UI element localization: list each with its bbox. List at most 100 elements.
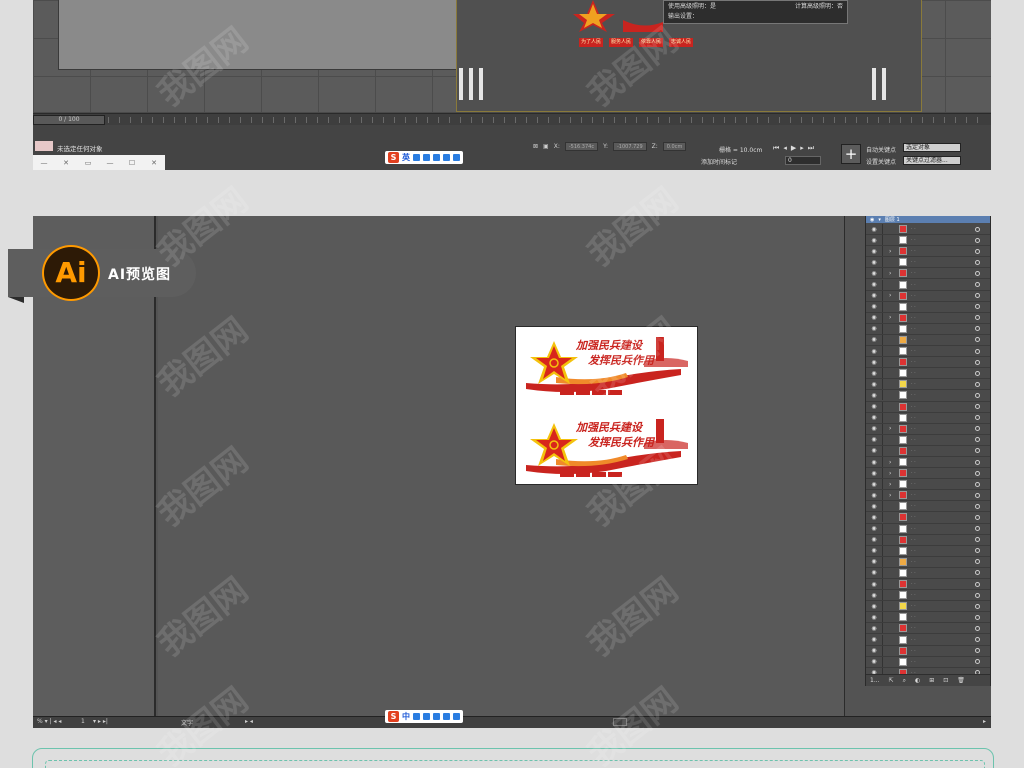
eye-icon[interactable]: ◉ — [866, 292, 882, 299]
eye-icon[interactable]: ◉ — [866, 425, 882, 432]
layer-row[interactable]: ◉ › · · — [866, 290, 990, 302]
target-icon[interactable] — [975, 315, 980, 321]
punctuation-icon[interactable] — [413, 713, 420, 720]
layer-row[interactable]: ◉ · · — [866, 567, 990, 579]
transform-mode-icon[interactable]: ▣ — [543, 143, 549, 150]
lock-column[interactable] — [882, 567, 883, 578]
z-coordinate-field[interactable]: 0.0cm — [662, 142, 687, 151]
trash-icon[interactable]: 🗑 — [957, 677, 965, 684]
layer-row[interactable]: ◉ › · · — [866, 457, 990, 469]
layer-row[interactable]: ◉ › · · — [866, 479, 990, 491]
layer-row[interactable]: ◉ · · — [866, 556, 990, 568]
layer-row[interactable]: ◉ · · — [866, 390, 990, 402]
target-icon[interactable] — [975, 559, 980, 565]
layer-row[interactable]: ◉ · · — [866, 412, 990, 424]
ime-toolbar[interactable]: S 英 — [385, 151, 463, 164]
target-icon[interactable] — [975, 415, 980, 421]
target-icon[interactable] — [975, 648, 980, 654]
eye-icon[interactable]: ◉ — [866, 436, 882, 443]
layer-row[interactable]: ◉ · · — [866, 612, 990, 624]
layer-row[interactable]: ◉ · · — [866, 323, 990, 335]
layer-row[interactable]: ◉ · · — [866, 235, 990, 247]
eye-icon[interactable]: ◉ — [866, 226, 882, 233]
eye-icon[interactable]: ◉ — [866, 603, 882, 610]
eye-icon[interactable]: ◉ — [866, 336, 882, 343]
ime-toolbar[interactable]: S 中 — [385, 710, 463, 723]
lock-column[interactable] — [882, 579, 883, 590]
layer-row[interactable]: ◉ · · — [866, 445, 990, 457]
lock-column[interactable] — [882, 479, 883, 490]
eye-icon[interactable]: ◉ — [866, 581, 882, 588]
eye-icon[interactable]: ◉ — [866, 514, 882, 521]
microphone-icon[interactable] — [423, 154, 430, 161]
x-coordinate-field[interactable]: -516.374c — [564, 142, 599, 151]
lock-column[interactable] — [882, 601, 883, 612]
lock-column[interactable] — [882, 612, 883, 623]
chevron-right-icon[interactable]: › — [889, 459, 899, 466]
keyboard-icon[interactable] — [433, 713, 440, 720]
lock-column[interactable] — [882, 501, 883, 512]
key-filters-button[interactable]: 关键点过滤器... — [903, 156, 961, 165]
chevron-right-icon[interactable]: › — [889, 492, 899, 499]
lock-column[interactable] — [882, 445, 883, 456]
layer-row[interactable]: ◉ › · · — [866, 246, 990, 258]
toolbox-icon[interactable] — [453, 154, 460, 161]
layer-row[interactable]: ◉ · · — [866, 434, 990, 446]
eye-icon[interactable]: ◉ — [866, 636, 882, 643]
minimized-window-strip[interactable]: — ✕ ▭ — ☐ ✕ — [33, 155, 165, 170]
keyboard-icon[interactable] — [433, 154, 440, 161]
target-icon[interactable] — [975, 426, 980, 432]
eye-icon[interactable]: ◉ — [866, 503, 882, 510]
go-to-end-icon[interactable]: ⏭ — [808, 144, 814, 153]
layer-row[interactable]: ◉ › · · — [866, 423, 990, 435]
layer-row[interactable]: ◉ · · — [866, 334, 990, 347]
lock-column[interactable] — [882, 401, 883, 412]
timeline-bar[interactable]: 0 / 100 — [33, 113, 991, 125]
target-icon[interactable] — [975, 381, 980, 387]
layer-row[interactable]: ◉ · · — [866, 346, 990, 358]
target-icon[interactable] — [975, 293, 980, 299]
artboard-nav[interactable]: ▾ ▸ ▸| — [93, 718, 108, 725]
target-icon[interactable] — [975, 348, 980, 354]
eye-icon[interactable]: ◉ — [866, 481, 882, 488]
lock-column[interactable] — [882, 379, 883, 390]
lock-column[interactable] — [882, 323, 883, 334]
layer-row[interactable]: ◉ · · — [866, 590, 990, 602]
toolbox-icon[interactable] — [453, 713, 460, 720]
target-icon[interactable] — [975, 270, 980, 276]
lock-column[interactable] — [882, 523, 883, 534]
eye-icon[interactable]: ◉ — [866, 547, 882, 554]
eye-icon[interactable]: ◉ — [866, 325, 882, 332]
layers-panel[interactable]: ◉ ▾ 图层 1 ◉ · · ◉ · · ◉ › · · ◉ · · ◉ › · · ◉ · · ◉ › · ·… — [865, 216, 991, 686]
restore-icon[interactable]: ▭ — [77, 159, 99, 167]
target-icon[interactable] — [975, 637, 980, 643]
layer-row[interactable]: ◉ › · · — [866, 490, 990, 502]
target-icon[interactable] — [975, 537, 980, 543]
chevron-right-icon[interactable]: › — [889, 248, 899, 255]
eye-icon[interactable]: ◉ — [866, 525, 882, 532]
layer-row[interactable]: ◉ · · — [866, 368, 990, 380]
eye-icon[interactable]: ◉ — [866, 314, 882, 321]
perspective-viewport[interactable]: 为了人民 服务人民 依靠人民 忠诚人民 使用高级照明：是 计算高级照明：否 输出… — [33, 0, 991, 112]
window-minimize-icon[interactable]: — — [33, 159, 55, 167]
eye-icon[interactable]: ◉ — [866, 414, 882, 421]
close-icon[interactable]: ✕ — [143, 159, 165, 167]
eye-icon[interactable]: ◉ — [866, 614, 882, 621]
target-icon[interactable] — [975, 514, 980, 520]
current-frame-field[interactable]: 0 — [785, 156, 821, 165]
target-icon[interactable] — [975, 481, 980, 487]
eye-icon[interactable]: ◉ — [866, 658, 882, 665]
clip-mask-icon[interactable]: ◐ — [915, 677, 920, 684]
eye-icon[interactable]: ◉ — [866, 492, 882, 499]
lock-column[interactable] — [882, 534, 883, 545]
eye-icon[interactable]: ◉ — [866, 392, 882, 399]
chevron-right-icon[interactable]: › — [889, 270, 899, 277]
eye-icon[interactable]: ◉ — [866, 403, 882, 410]
target-icon[interactable] — [975, 548, 980, 554]
chevron-right-icon[interactable]: › — [889, 425, 899, 432]
eye-icon[interactable]: ◉ — [866, 348, 882, 355]
zoom-field[interactable]: % ▾ | ◂ ◂ — [37, 718, 61, 725]
layer-list[interactable]: ◉ · · ◉ · · ◉ › · · ◉ · · ◉ › · · ◉ · · ◉ › · · ◉ · · ◉ › · ·… — [866, 223, 990, 679]
play-icon[interactable]: ▶ — [791, 144, 796, 153]
lock-column[interactable] — [882, 434, 883, 445]
